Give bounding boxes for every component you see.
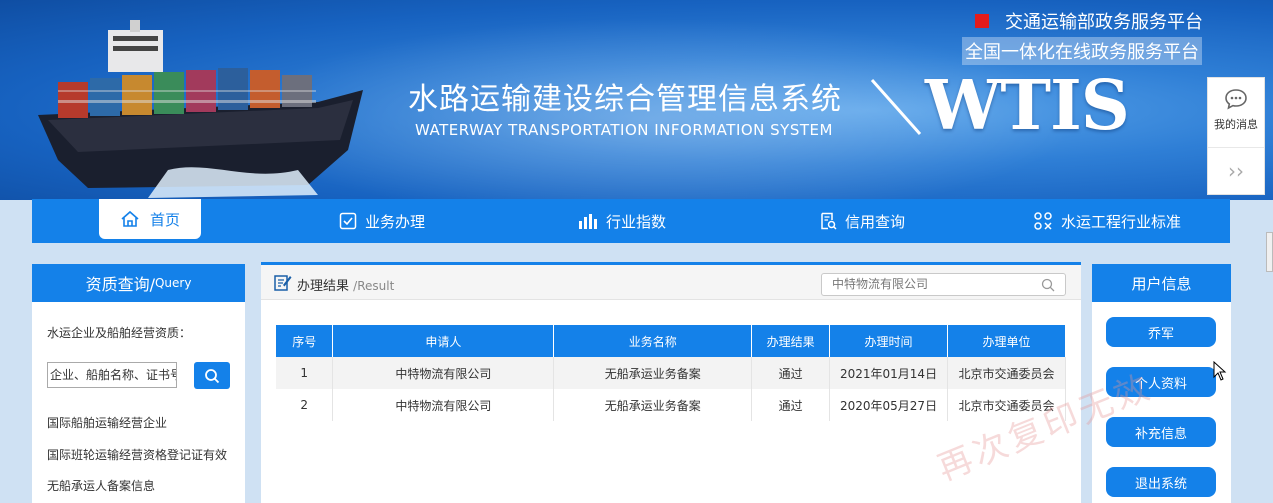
cell-applicant: 中特物流有限公司 xyxy=(332,389,555,421)
chat-bubble-icon xyxy=(1225,89,1247,110)
header-banner: 交通运输部政务服务平台 全国一体化在线政务服务平台 水路运输建设综合管理信息系统… xyxy=(0,0,1273,200)
cargo-ship-image xyxy=(38,20,363,198)
link-intl-shipping-enterprise[interactable]: 国际船舶运输经营企业 xyxy=(47,414,232,431)
link-liner-registration[interactable]: 国际班轮运输经营资格登记证有效 xyxy=(47,446,232,463)
bar-chart-icon xyxy=(578,214,597,229)
col-header-result: 办理结果 xyxy=(751,325,831,357)
home-icon xyxy=(121,210,139,227)
result-panel-header: 办理结果 /Result 中特物流有限公司 xyxy=(261,265,1081,300)
col-header-unit: 办理单位 xyxy=(947,325,1066,357)
cell-index: 2 xyxy=(276,389,334,421)
col-header-business-name: 业务名称 xyxy=(553,325,753,357)
table-row[interactable]: 2 中特物流有限公司 无船承运业务备案 通过 2020年05月27日 北京市交通… xyxy=(276,389,1066,421)
col-header-index: 序号 xyxy=(276,325,334,357)
nav-item-standards[interactable]: 水运工程行业标准 xyxy=(1017,199,1197,243)
mot-portal-link[interactable]: 交通运输部政务服务平台 xyxy=(975,8,1203,34)
cell-unit: 北京市交通委员会 xyxy=(947,357,1066,389)
cell-business-name: 无船承运业务备案 xyxy=(553,389,753,421)
cell-index: 1 xyxy=(276,357,334,389)
edit-document-icon xyxy=(274,275,292,291)
query-description: 水运企业及船舶经营资质： xyxy=(47,326,192,340)
collapse-arrow-button[interactable]: ›› xyxy=(1208,148,1264,194)
result-title: 办理结果 /Result xyxy=(297,279,395,294)
result-search-input[interactable]: 中特物流有限公司 xyxy=(821,273,1066,296)
qualification-search-input[interactable]: 企业、船舶名称、证书号（ xyxy=(47,362,177,388)
logout-button[interactable]: 退出系统 xyxy=(1106,467,1216,497)
link-nvocc-record[interactable]: 无船承运人备案信息 xyxy=(47,477,232,494)
red-square-icon xyxy=(975,14,989,28)
cell-time: 2021年01月14日 xyxy=(829,357,949,389)
system-title: 水路运输建设综合管理信息系统 xyxy=(408,82,842,117)
cell-applicant: 中特物流有限公司 xyxy=(332,357,555,389)
logo-slash-icon xyxy=(870,79,922,135)
float-panel: 我的消息 ›› xyxy=(1207,77,1265,195)
col-header-time: 办理时间 xyxy=(829,325,949,357)
panel-header: 资质查询/Query xyxy=(32,264,245,302)
table-row[interactable]: 1 中特物流有限公司 无船承运业务备案 通过 2021年01月14日 北京市交通… xyxy=(276,357,1066,389)
checklist-icon xyxy=(339,212,357,230)
nav-item-business[interactable]: 业务办理 xyxy=(322,199,442,243)
mouse-cursor-icon xyxy=(1213,361,1227,381)
search-icon xyxy=(205,368,220,383)
col-header-applicant: 申请人 xyxy=(332,325,555,357)
main-nav: 首页 业务办理 行业指数 信用查询 水运工程行业标准 xyxy=(32,199,1230,243)
qualification-query-panel: 资质查询/Query 水运企业及船舶经营资质： 企业、船舶名称、证书号（ 国际船… xyxy=(32,264,245,503)
cell-business-name: 无船承运业务备案 xyxy=(553,357,753,389)
scrollbar-handle[interactable] xyxy=(1266,232,1273,272)
search-icon[interactable] xyxy=(1041,278,1055,292)
cell-result: 通过 xyxy=(751,389,831,421)
table-header-row: 序号 申请人 业务名称 办理结果 办理时间 办理单位 xyxy=(276,325,1066,357)
nav-item-industry-index[interactable]: 行业指数 xyxy=(562,199,682,243)
wtis-logo: WTIS xyxy=(925,66,1130,146)
document-search-icon xyxy=(821,212,837,230)
settings-grid-icon xyxy=(1034,212,1052,230)
cell-time: 2020年05月27日 xyxy=(829,389,949,421)
national-portal-link[interactable]: 全国一体化在线政务服务平台 xyxy=(962,37,1202,65)
supplement-info-button[interactable]: 补充信息 xyxy=(1106,417,1216,447)
system-title-english: WATERWAY TRANSPORTATION INFORMATION SYST… xyxy=(415,121,833,139)
user-info-header: 用户信息 xyxy=(1092,264,1231,302)
my-messages-button[interactable]: 我的消息 xyxy=(1208,78,1264,148)
cell-result: 通过 xyxy=(751,357,831,389)
qualification-search-button[interactable] xyxy=(194,362,230,389)
result-table: 序号 申请人 业务名称 办理结果 办理时间 办理单位 1 中特物流有限公司 无船… xyxy=(276,325,1066,421)
username-button[interactable]: 乔军 xyxy=(1106,317,1216,347)
nav-item-credit-query[interactable]: 信用查询 xyxy=(802,199,922,243)
nav-item-home[interactable]: 首页 xyxy=(99,199,201,239)
